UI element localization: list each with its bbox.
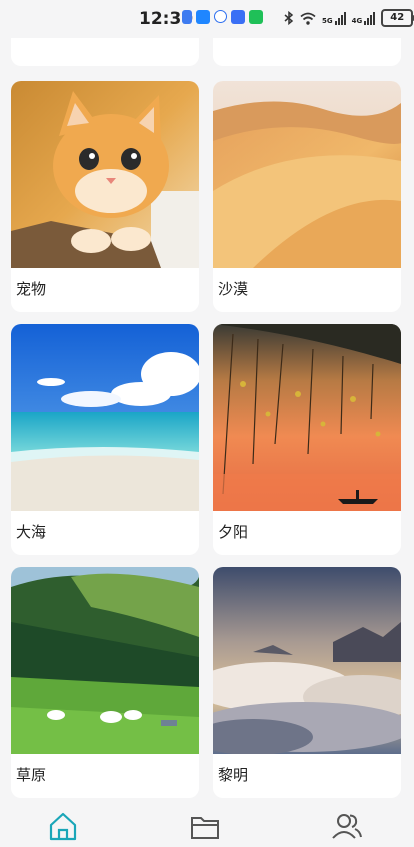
card-pet[interactable]: 宠物 xyxy=(11,81,199,312)
card-label: 大海 xyxy=(16,523,47,541)
app-notification-icon xyxy=(196,10,210,24)
desert-image xyxy=(213,81,401,268)
wechat-icon xyxy=(249,10,263,24)
dawn-image xyxy=(213,567,401,754)
nav-home[interactable] xyxy=(47,810,79,842)
signal-5g-icon: 5G xyxy=(322,11,346,25)
card-desert[interactable]: 沙漠 xyxy=(213,81,401,312)
image-grid[interactable]: 宠物 沙漠 大海 夕阳 草原 黎明 xyxy=(11,38,403,798)
folder-icon xyxy=(191,817,219,839)
home-icon xyxy=(49,812,77,841)
card-label: 宠物 xyxy=(16,280,47,298)
card-grassland[interactable]: 草原 xyxy=(11,567,199,798)
sunset-image xyxy=(213,324,401,511)
sea-image xyxy=(11,324,199,511)
card-label: 草原 xyxy=(16,766,47,784)
notification-icons xyxy=(182,10,263,24)
battery-icon: 42 xyxy=(381,9,414,27)
card-label: 黎明 xyxy=(218,766,249,784)
card-label: 夕阳 xyxy=(218,523,249,541)
card-partial[interactable] xyxy=(213,38,401,66)
grassland-image xyxy=(11,567,199,754)
card-sea[interactable]: 大海 xyxy=(11,324,199,555)
nav-users[interactable] xyxy=(331,810,363,842)
battery-level: 42 xyxy=(390,12,405,23)
signal-4g-icon: 4G xyxy=(352,11,376,25)
bluetooth-icon xyxy=(284,11,294,25)
system-icons: 5G 4G 42 xyxy=(284,9,414,27)
card-dawn[interactable]: 黎明 xyxy=(213,567,401,798)
app-notification-icon xyxy=(231,10,245,24)
card-partial[interactable] xyxy=(11,38,199,66)
app-notification-icon xyxy=(214,10,227,23)
users-icon xyxy=(332,814,362,839)
bottom-nav xyxy=(0,798,414,847)
card-label: 沙漠 xyxy=(218,280,249,298)
pet-image xyxy=(11,81,199,268)
wifi-icon xyxy=(300,12,316,25)
status-bar: 12:30 5G 4G 42 xyxy=(0,0,414,38)
card-sunset[interactable]: 夕阳 xyxy=(213,324,401,555)
app-notification-icon xyxy=(182,10,192,24)
nav-folder[interactable] xyxy=(189,810,221,842)
